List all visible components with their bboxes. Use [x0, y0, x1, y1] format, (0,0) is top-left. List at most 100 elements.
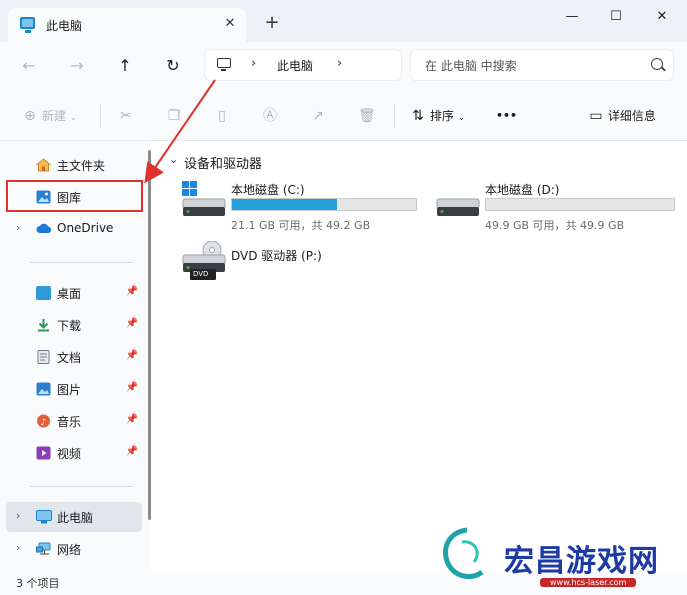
sidebar-scrollbar[interactable] — [148, 150, 151, 520]
music-icon: ♪ — [36, 414, 51, 428]
sidebar-item-music[interactable]: ♪ 音乐 📌 — [6, 406, 142, 436]
pin-icon[interactable]: 📌 — [126, 446, 138, 457]
sort-button[interactable]: ⇅ 排序 ⌄ — [410, 106, 465, 126]
storage-bar-fill — [232, 199, 338, 210]
sidebar-item-label: OneDrive — [57, 221, 114, 235]
sidebar-item-onedrive[interactable]: › OneDrive — [6, 214, 142, 244]
chevron-down-icon: ⌄ — [69, 113, 78, 123]
scissors-icon: ✂ — [120, 108, 132, 124]
computer-icon — [36, 510, 52, 524]
computer-icon — [217, 58, 231, 71]
document-icon — [36, 350, 51, 364]
home-icon — [35, 158, 52, 172]
share-button[interactable]: ↗ — [310, 106, 326, 126]
pin-icon[interactable]: 📌 — [126, 286, 138, 297]
sidebar-item-label: 桌面 — [57, 287, 82, 301]
rename-button[interactable]: Ⓐ — [262, 106, 278, 126]
cut-button[interactable]: ✂ — [118, 106, 134, 126]
details-pane-icon: ▭ — [589, 108, 603, 124]
new-label: 新建 — [41, 109, 66, 123]
chevron-down-icon: ⌄ — [457, 113, 466, 123]
chevron-right-icon[interactable]: › — [337, 56, 342, 71]
sidebar-item-documents[interactable]: 文档 📌 — [6, 342, 142, 372]
highlight-box — [6, 180, 143, 212]
pin-icon[interactable]: 📌 — [126, 382, 138, 393]
back-button[interactable]: ← — [18, 55, 40, 77]
sidebar-item-label: 视频 — [57, 447, 82, 461]
forward-button[interactable]: → — [66, 55, 88, 77]
chevron-right-icon: › — [251, 56, 257, 71]
sidebar-item-label: 此电脑 — [57, 511, 94, 525]
watermark-text: 宏昌游戏网 — [504, 544, 659, 579]
up-button[interactable]: ↑ — [114, 55, 136, 77]
sidebar-item-home[interactable]: 主文件夹 — [6, 150, 142, 180]
watermark-url: www.hcs-laser.com — [540, 578, 637, 587]
tab-title: 此电脑 — [46, 19, 83, 33]
refresh-button[interactable]: ↻ — [162, 55, 184, 77]
address-bar[interactable]: › 此电脑 › — [204, 49, 402, 81]
details-label: 详细信息 — [607, 109, 656, 123]
tab-this-pc[interactable]: 此电脑 ✕ — [8, 8, 246, 42]
breadcrumb[interactable]: 此电脑 — [277, 57, 313, 74]
sidebar-item-this-pc[interactable]: › 此电脑 — [6, 502, 142, 532]
pin-icon[interactable]: 📌 — [126, 350, 138, 361]
chevron-down-icon[interactable]: ⌄ — [169, 153, 178, 166]
group-header[interactable]: 设备和驱动器 — [184, 153, 262, 172]
sidebar-item-label: 网络 — [57, 543, 82, 557]
paste-icon: ▯ — [218, 108, 226, 124]
chevron-right-icon[interactable]: › — [16, 541, 20, 554]
paste-button[interactable]: ▯ — [214, 106, 230, 126]
sidebar-item-desktop[interactable]: 桌面 📌 — [6, 278, 142, 308]
drive-space: 49.9 GB 可用，共 49.9 GB — [485, 219, 625, 232]
maximize-button[interactable]: ☐ — [602, 8, 630, 26]
drive-c[interactable]: 本地磁盘 (C:) 21.1 GB 可用，共 49.2 GB — [182, 181, 422, 235]
search-icon — [651, 58, 663, 70]
navigation-bar: ← → ↑ ↻ › 此电脑 › 在 此电脑 中搜索 — [0, 42, 687, 92]
more-options-button[interactable]: ••• — [496, 106, 517, 126]
search-box[interactable]: 在 此电脑 中搜索 — [410, 49, 674, 81]
desktop-icon — [36, 286, 51, 300]
cloud-icon — [36, 222, 52, 236]
dragon-logo-icon — [443, 527, 484, 580]
close-window-button[interactable]: ✕ — [648, 8, 676, 26]
chevron-right-icon[interactable]: › — [16, 509, 20, 522]
divider — [30, 262, 133, 263]
pin-icon[interactable]: 📌 — [126, 318, 138, 329]
copy-icon: ❐ — [167, 108, 181, 124]
details-pane-button[interactable]: ▭ 详细信息 — [588, 106, 656, 126]
hard-drive-icon — [182, 181, 226, 216]
sidebar-item-label: 下载 — [57, 319, 82, 333]
rename-icon: Ⓐ — [263, 108, 277, 124]
hard-drive-icon — [436, 189, 480, 216]
divider — [394, 104, 395, 128]
drive-space: 21.1 GB 可用，共 49.2 GB — [231, 219, 371, 232]
drive-d[interactable]: 本地磁盘 (D:) 49.9 GB 可用，共 49.9 GB — [436, 181, 676, 235]
download-icon — [36, 318, 51, 332]
new-button[interactable]: ⊕ 新建 ⌄ — [22, 106, 77, 126]
pin-icon[interactable]: 📌 — [126, 414, 138, 425]
sidebar-item-label: 主文件夹 — [57, 159, 106, 173]
copy-button[interactable]: ❐ — [166, 106, 182, 126]
new-tab-button[interactable]: + — [262, 14, 282, 34]
title-bar: 此电脑 ✕ + — ☐ ✕ — [0, 0, 687, 42]
sidebar-item-network[interactable]: › 网络 — [6, 534, 142, 564]
dvd-badge: DVD — [193, 270, 209, 278]
search-input[interactable]: 在 此电脑 中搜索 — [425, 57, 517, 74]
divider — [30, 486, 133, 487]
sidebar-item-label: 图片 — [57, 383, 82, 397]
sidebar-item-videos[interactable]: 视频 📌 — [6, 438, 142, 468]
drive-dvd[interactable]: DVD DVD 驱动器 (P:) — [182, 241, 382, 289]
sidebar-item-pictures[interactable]: 图片 📌 — [6, 374, 142, 404]
tab-close-button[interactable]: ✕ — [222, 16, 238, 32]
chevron-right-icon[interactable]: › — [16, 221, 20, 234]
computer-icon — [20, 17, 35, 33]
plus-circle-icon: ⊕ — [24, 108, 36, 124]
minimize-button[interactable]: — — [558, 8, 586, 26]
svg-text:♪: ♪ — [41, 418, 47, 428]
sort-label: 排序 — [429, 109, 454, 123]
delete-button[interactable]: 🗑 — [358, 106, 376, 126]
storage-bar — [231, 198, 417, 211]
drive-name: 本地磁盘 (D:) — [485, 183, 560, 197]
sidebar-item-label: 音乐 — [57, 415, 82, 429]
sidebar-item-downloads[interactable]: 下载 📌 — [6, 310, 142, 340]
